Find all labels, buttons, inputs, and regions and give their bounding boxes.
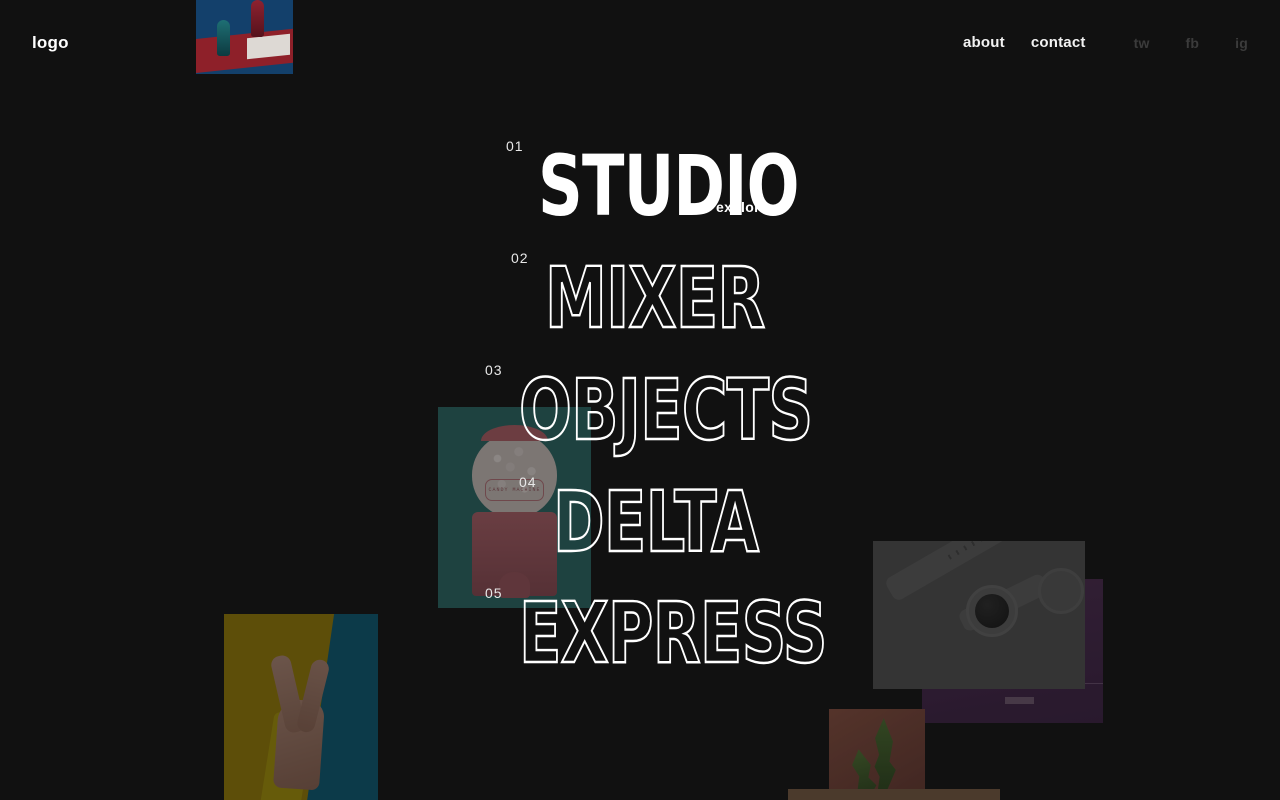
menu-word-mixer[interactable]: MIXER — [544, 255, 766, 341]
image-two-smartwatches[interactable] — [873, 541, 1085, 689]
menu-word-express[interactable]: EXPRESS — [518, 590, 828, 676]
menu-word-studio[interactable]: STUDIO — [538, 144, 800, 228]
page-root: CANDY MACHINE logo about contact tw fb i… — [0, 0, 1280, 800]
main-navigation: about contact tw fb ig — [963, 34, 1248, 51]
social-link-fb[interactable]: fb — [1186, 35, 1200, 51]
nav-link-about[interactable]: about — [963, 34, 1005, 51]
explore-link[interactable]: explore — [716, 199, 768, 215]
menu-number-05: 05 — [485, 585, 503, 601]
menu-number-03: 03 — [485, 362, 503, 378]
menu-number-02: 02 — [511, 250, 529, 266]
logo[interactable]: logo — [32, 33, 69, 53]
image-peace-sign-hand[interactable] — [224, 614, 378, 800]
menu-number-01: 01 — [506, 138, 524, 154]
site-header: logo about contact tw fb ig — [0, 0, 1280, 90]
social-link-ig[interactable]: ig — [1235, 35, 1248, 51]
shelf-bar — [788, 789, 1000, 800]
menu-number-04: 04 — [519, 474, 537, 490]
menu-word-objects[interactable]: OBJECTS — [518, 367, 814, 453]
social-link-tw[interactable]: tw — [1134, 35, 1150, 51]
image-plant-leaf-on-brown[interactable] — [829, 709, 925, 800]
social-links: tw fb ig — [1134, 35, 1248, 51]
menu-word-delta[interactable]: DELTA — [552, 479, 760, 565]
nav-link-contact[interactable]: contact — [1031, 34, 1086, 51]
